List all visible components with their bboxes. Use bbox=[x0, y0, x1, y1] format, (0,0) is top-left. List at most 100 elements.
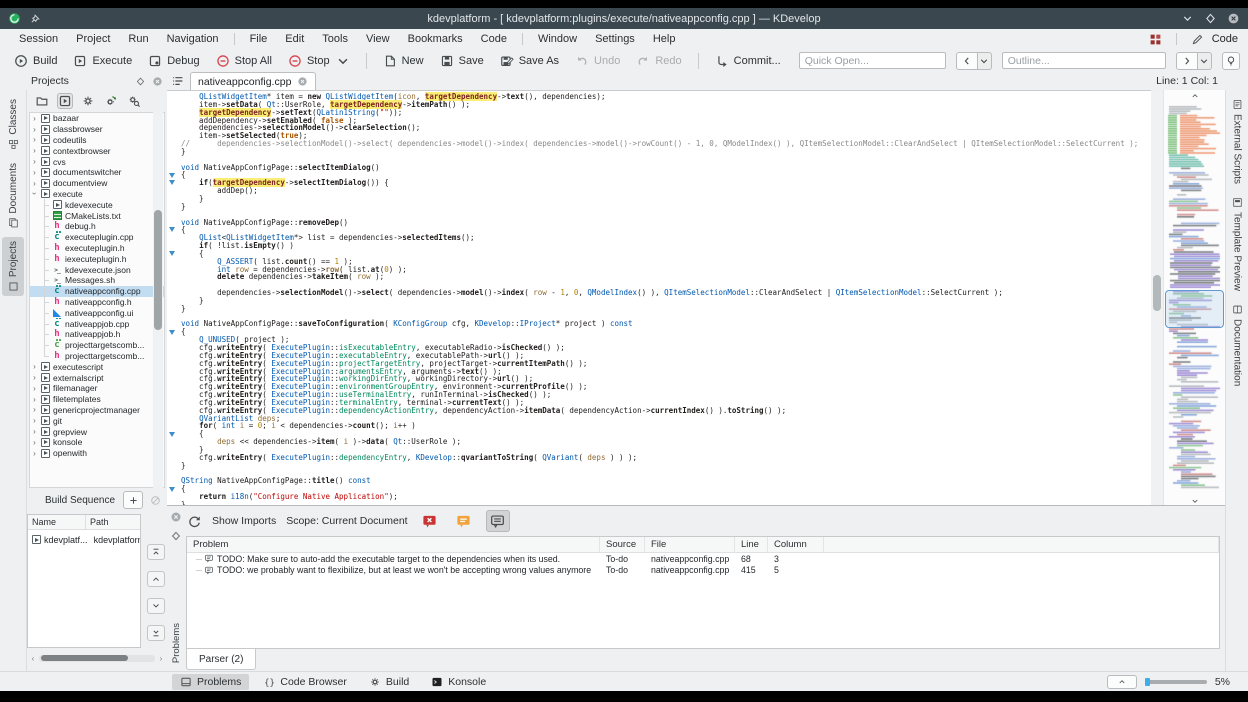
errors-filter-button[interactable] bbox=[418, 510, 442, 532]
tree-item[interactable]: › contextbrowser bbox=[30, 145, 164, 156]
sidebar-tab-classes[interactable]: Classes bbox=[2, 95, 24, 154]
tree-item[interactable]: › executescript bbox=[30, 361, 164, 372]
fold-marker-icon[interactable] bbox=[169, 227, 175, 233]
statusbar-tab-konsole[interactable]: Konsole bbox=[423, 674, 494, 690]
tree-item[interactable]: › execute bbox=[30, 189, 164, 200]
tree-item[interactable]: CMakeLists.txt bbox=[30, 210, 164, 221]
close-panel-icon[interactable] bbox=[170, 511, 182, 523]
build-items-icon[interactable] bbox=[57, 93, 73, 109]
fold-marker-icon[interactable] bbox=[169, 486, 175, 492]
navigate-back-button[interactable] bbox=[955, 51, 992, 70]
statusbar-tab-code-browser[interactable]: {} Code Browser bbox=[255, 674, 355, 690]
menu-help[interactable]: Help bbox=[644, 31, 685, 47]
tree-item[interactable]: c nativeappjob.cpp bbox=[30, 317, 164, 329]
tree-scrollbar[interactable] bbox=[153, 112, 163, 488]
editor-gutter[interactable] bbox=[167, 91, 180, 505]
move-top-button[interactable] bbox=[147, 544, 165, 560]
move-up-button[interactable] bbox=[147, 571, 165, 587]
expander-icon[interactable]: › bbox=[30, 168, 39, 177]
tree-item[interactable]: › filemanager bbox=[30, 383, 164, 394]
column-header-column[interactable]: Column bbox=[768, 537, 824, 552]
tree-item[interactable]: › openwith bbox=[30, 448, 164, 459]
build-sequence-table[interactable]: Name Path kdevplatf... kdevplatform bbox=[27, 514, 141, 648]
menu-bookmarks[interactable]: Bookmarks bbox=[399, 31, 472, 47]
tree-item[interactable]: › grepview bbox=[30, 426, 164, 437]
statusbar-tab-build[interactable]: Build bbox=[361, 674, 417, 690]
collapse-panel-button[interactable] bbox=[1106, 674, 1137, 689]
tree-item[interactable]: › filetemplates bbox=[30, 394, 164, 405]
debug-button[interactable]: Debug bbox=[142, 52, 205, 70]
expander-icon[interactable]: › bbox=[30, 125, 39, 134]
column-header-source[interactable]: Source bbox=[600, 537, 645, 552]
move-bottom-button[interactable] bbox=[147, 625, 165, 641]
move-down-button[interactable] bbox=[147, 598, 165, 614]
tree-item[interactable]: › documentview bbox=[30, 178, 164, 189]
tree-item[interactable]: › documentswitcher bbox=[30, 167, 164, 178]
stop-all-button[interactable]: Stop All bbox=[210, 52, 278, 70]
tree-item[interactable]: >_ Messages.sh bbox=[30, 274, 164, 286]
column-header[interactable]: Name bbox=[28, 515, 86, 529]
commit----button[interactable]: Commit... bbox=[709, 52, 787, 70]
quick-open-input[interactable] bbox=[798, 52, 946, 69]
tree-item[interactable]: c nativeappconfig.cpp bbox=[30, 285, 164, 297]
tab-parser[interactable]: Parser (2) bbox=[186, 649, 257, 670]
column-header-line[interactable]: Line bbox=[735, 537, 768, 552]
tree-item[interactable]: nativeappconfig.ui bbox=[30, 307, 164, 318]
expander-icon[interactable]: › bbox=[30, 384, 39, 393]
code-editor[interactable]: QListWidgetItem* item = new QListWidgetI… bbox=[167, 90, 1151, 505]
column-header-problem[interactable]: Problem bbox=[187, 537, 600, 552]
reparse-icon[interactable] bbox=[187, 514, 202, 529]
tree-item[interactable]: h projecttargetscomb... bbox=[30, 350, 164, 362]
expander-icon[interactable]: › bbox=[30, 395, 39, 404]
scope-button[interactable]: Scope: Current Document bbox=[286, 515, 407, 527]
menu-session[interactable]: Session bbox=[10, 31, 67, 47]
project-tree[interactable]: › bazaar › classbrowser › codeutils › contextbr… bbox=[29, 112, 165, 488]
expander-icon[interactable]: › bbox=[30, 405, 39, 414]
expander-icon[interactable]: › bbox=[30, 427, 39, 436]
reload-project-icon[interactable] bbox=[104, 94, 118, 108]
warnings-filter-button[interactable] bbox=[452, 510, 476, 532]
close-icon[interactable] bbox=[1227, 12, 1240, 25]
tree-item[interactable]: kdevexecute bbox=[30, 199, 164, 210]
minimap-scroll-up[interactable] bbox=[1164, 90, 1225, 102]
save-button[interactable]: Save bbox=[434, 52, 490, 70]
tree-item[interactable]: › konsole bbox=[30, 437, 164, 448]
project-filter-icon[interactable] bbox=[127, 94, 141, 108]
float-panel-icon[interactable] bbox=[170, 530, 182, 542]
tree-item[interactable]: h debug.h bbox=[30, 220, 164, 232]
tree-item[interactable]: h iexecuteplugin.h bbox=[30, 253, 164, 264]
expander-icon[interactable]: › bbox=[30, 373, 39, 382]
sidebar-tab-projects[interactable]: Projects bbox=[2, 237, 24, 297]
expander-icon[interactable]: › bbox=[30, 416, 39, 425]
menu-view[interactable]: View bbox=[357, 31, 399, 47]
zoom-slider[interactable] bbox=[1144, 677, 1207, 686]
tree-item[interactable]: h executeplugin.h bbox=[30, 242, 164, 254]
execute-button[interactable]: Execute bbox=[67, 52, 138, 70]
expander-icon[interactable]: › bbox=[30, 135, 39, 144]
area-switcher-icon[interactable] bbox=[1149, 33, 1162, 46]
tree-item[interactable]: >_ kdevexecute.json bbox=[30, 264, 164, 275]
outline-input[interactable] bbox=[1001, 52, 1166, 69]
menu-tools[interactable]: Tools bbox=[313, 31, 357, 47]
sidebar-tab-documents[interactable]: Documents bbox=[2, 159, 24, 233]
document-switcher-button[interactable] bbox=[170, 74, 186, 88]
code-area-label[interactable]: Code bbox=[1212, 33, 1238, 45]
float-panel-icon[interactable] bbox=[135, 76, 146, 87]
minimap[interactable] bbox=[1163, 90, 1226, 505]
problems-table[interactable]: Problem Source File Line Column TODO: Make s… bbox=[186, 536, 1220, 649]
open-project-icon[interactable] bbox=[35, 94, 49, 108]
sidebar-horizontal-scrollbar[interactable]: ‹ › bbox=[29, 652, 165, 664]
hints-filter-button[interactable] bbox=[485, 510, 510, 532]
menu-code[interactable]: Code bbox=[472, 31, 516, 47]
add-build-item-button[interactable] bbox=[123, 491, 143, 509]
tree-item[interactable]: h nativeappjob.h bbox=[30, 328, 164, 340]
zoom-slider-handle[interactable] bbox=[1144, 677, 1150, 686]
editor-scrollbar[interactable] bbox=[1151, 90, 1163, 505]
menu-window[interactable]: Window bbox=[529, 31, 586, 47]
remove-build-item-button[interactable] bbox=[147, 492, 163, 508]
fold-marker-icon[interactable] bbox=[169, 329, 175, 335]
new-button[interactable]: New bbox=[377, 52, 430, 70]
close-panel-icon[interactable] bbox=[152, 76, 163, 87]
menu-file[interactable]: File bbox=[241, 31, 277, 47]
minimap-viewport[interactable] bbox=[1165, 290, 1224, 328]
